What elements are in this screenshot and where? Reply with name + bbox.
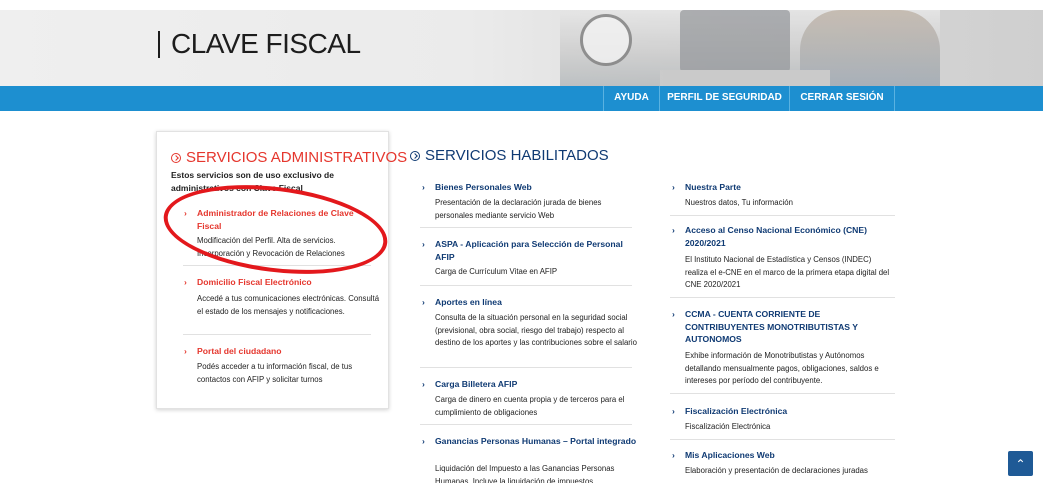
- ccma-link[interactable]: › CCMA - CUENTA CORRIENTE DE CONTRIBUYEN…: [672, 308, 890, 346]
- aportes-en-linea-desc: Consulta de la situación personal en la …: [435, 313, 637, 347]
- aspa-desc: Carga de Currículum Vitae en AFIP: [435, 267, 558, 276]
- ganancias-desc: Liquidación del Impuesto a las Ganancias…: [435, 464, 615, 483]
- chevron-right-icon: ›: [184, 346, 187, 356]
- censo-economico-link[interactable]: › Acceso al Censo Nacional Económico (CN…: [672, 224, 890, 249]
- chevron-right-icon: ›: [672, 225, 675, 235]
- ganancias-link[interactable]: › Ganancias Personas Humanas – Portal in…: [422, 435, 640, 448]
- portal-ciudadano-desc: Podés acceder a tu información fiscal, d…: [197, 362, 353, 384]
- nav-perfil-seguridad[interactable]: PERFIL DE SEGURIDAD: [659, 86, 789, 111]
- mis-aplicaciones-desc: Elaboración y presentación de declaracio…: [685, 466, 868, 475]
- scroll-top-button[interactable]: ⌃: [1008, 451, 1033, 476]
- admin-section-title: SERVICIOS ADMINISTRATIVOS: [171, 149, 407, 166]
- carga-billetera-desc: Carga de dinero en cuenta propia y de te…: [435, 395, 625, 417]
- domicilio-fiscal-link[interactable]: › Domicilio Fiscal Electrónico: [184, 276, 377, 289]
- aspa-link[interactable]: › ASPA - Aplicación para Selección de Pe…: [422, 238, 640, 263]
- circle-chevron-icon: [410, 150, 420, 161]
- aportes-en-linea-link[interactable]: › Aportes en línea: [422, 296, 640, 309]
- domicilio-fiscal-desc: Accedé a tus comunicaciones electrónicas…: [197, 294, 380, 316]
- censo-economico-desc: El Instituto Nacional de Estadística y C…: [685, 255, 890, 289]
- nuestra-parte-desc: Nuestros datos, Tu información: [685, 198, 793, 207]
- mis-aplicaciones-link[interactable]: › Mis Aplicaciones Web: [672, 449, 890, 462]
- chevron-right-icon: ›: [672, 406, 675, 416]
- portal-ciudadano-link[interactable]: › Portal del ciudadano: [184, 345, 377, 358]
- circle-chevron-icon: [171, 152, 181, 163]
- nav-cerrar-sesion[interactable]: CERRAR SESIÓN: [789, 86, 894, 111]
- habilitados-section-title: SERVICIOS HABILITADOS: [410, 147, 609, 164]
- chevron-right-icon: ›: [422, 239, 425, 249]
- chevron-right-icon: ›: [422, 182, 425, 192]
- chevron-right-icon: ›: [422, 436, 425, 446]
- fiscalizacion-link[interactable]: › Fiscalización Electrónica: [672, 405, 890, 418]
- page: CLAVE FISCAL AYUDA PERFIL DE SEGURIDAD C…: [0, 0, 1043, 483]
- chevron-right-icon: ›: [672, 309, 675, 319]
- banner-photo: [560, 10, 940, 86]
- chevron-right-icon: ›: [672, 182, 675, 192]
- nuestra-parte-link[interactable]: › Nuestra Parte: [672, 181, 890, 194]
- chevron-right-icon: ›: [422, 297, 425, 307]
- nav-ayuda[interactable]: AYUDA: [603, 86, 659, 111]
- chevron-right-icon: ›: [184, 277, 187, 287]
- fiscalizacion-desc: Fiscalización Electrónica: [685, 422, 771, 431]
- top-navbar: AYUDA PERFIL DE SEGURIDAD CERRAR SESIÓN: [0, 86, 1043, 111]
- chevron-up-icon: ⌃: [1015, 457, 1026, 471]
- chevron-right-icon: ›: [672, 450, 675, 460]
- bienes-personales-link[interactable]: › Bienes Personales Web: [422, 181, 640, 194]
- chevron-right-icon: ›: [422, 379, 425, 389]
- header-banner: [0, 10, 1043, 86]
- page-title: CLAVE FISCAL: [171, 28, 361, 59]
- title-accent-bar: [158, 31, 160, 58]
- carga-billetera-link[interactable]: › Carga Billetera AFIP: [422, 378, 640, 391]
- bienes-personales-desc: Presentación de la declaración jurada de…: [435, 198, 602, 220]
- ccma-desc: Exhibe información de Monotributistas y …: [685, 351, 879, 385]
